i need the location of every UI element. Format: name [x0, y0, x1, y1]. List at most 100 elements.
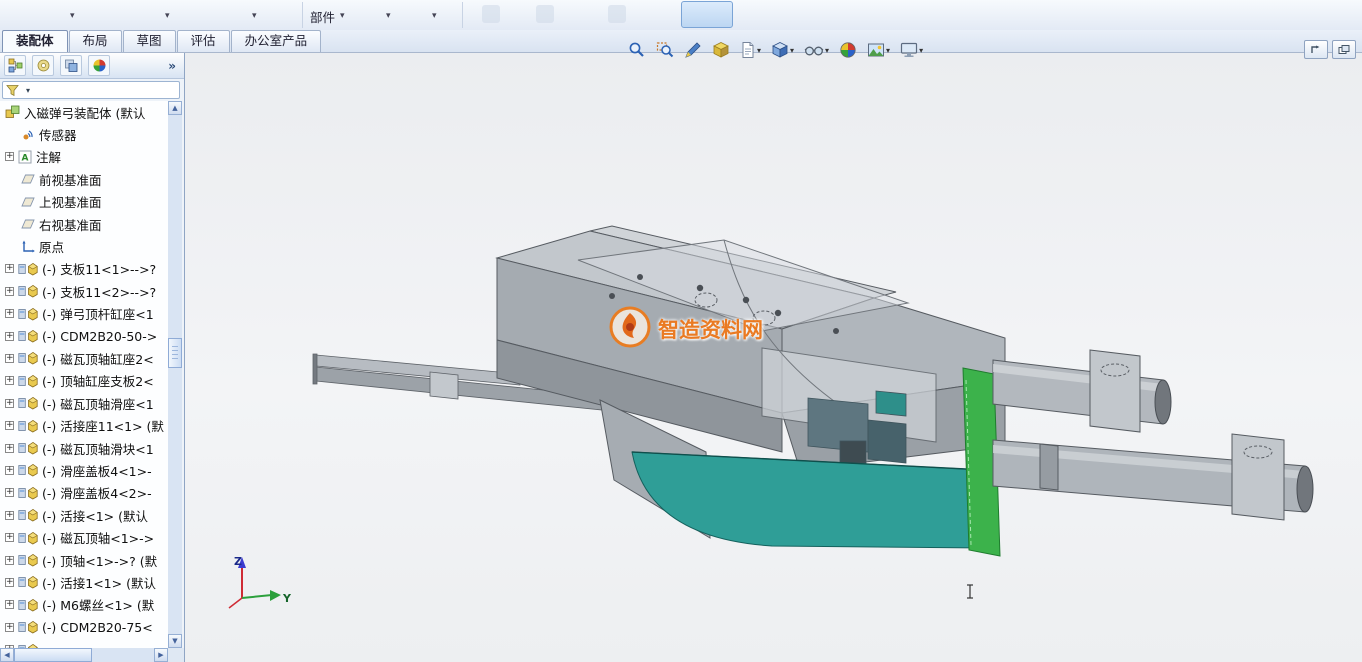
- scroll-left-button[interactable]: ◀: [0, 648, 14, 662]
- model-lower-cylinder[interactable]: [993, 434, 1313, 520]
- tree-item[interactable]: +(-) 活接1<1> (默认: [0, 571, 168, 593]
- expand-icon[interactable]: +: [5, 152, 14, 161]
- tab-布局[interactable]: 布局: [69, 30, 122, 52]
- tree-item[interactable]: +(-) 磁瓦顶轴缸座2<: [0, 347, 168, 369]
- tab-评估[interactable]: 评估: [177, 30, 230, 52]
- expand-icon[interactable]: +: [5, 600, 14, 609]
- scroll-down-button[interactable]: ▼: [168, 634, 182, 648]
- expand-icon[interactable]: +: [5, 332, 14, 341]
- ribbon-icon[interactable]: [608, 5, 626, 23]
- configuration-manager-tab[interactable]: [60, 55, 82, 76]
- chevron-down-icon[interactable]: ▾: [886, 46, 890, 55]
- display-manager-tab[interactable]: [88, 55, 110, 76]
- tree-horizontal-scrollbar[interactable]: ◀ ▶: [0, 648, 168, 662]
- tree-item[interactable]: 原点: [0, 235, 168, 257]
- dropdown-arrow[interactable]: ▾: [386, 11, 391, 21]
- graphics-viewport[interactable]: Z Y: [185, 53, 1362, 662]
- hide-show-items-icon[interactable]: ▾: [801, 35, 832, 65]
- tree-item[interactable]: +(-) CDM2B20-50->: [0, 325, 168, 347]
- tree-item[interactable]: +(-) M6螺丝<1> (默: [0, 594, 168, 616]
- expand-icon[interactable]: +: [5, 488, 14, 497]
- chevron-down-icon[interactable]: ▾: [919, 46, 923, 55]
- section-view-icon[interactable]: [709, 35, 733, 65]
- previous-view-icon[interactable]: [681, 35, 705, 65]
- annotation-views-icon[interactable]: ▾: [737, 35, 764, 65]
- tree-item-label: 传感器: [39, 125, 77, 144]
- expand-icon[interactable]: +: [5, 444, 14, 453]
- view-orientation-icon[interactable]: ▾: [768, 35, 797, 65]
- component-command-label[interactable]: 部件: [310, 7, 335, 26]
- tree-item[interactable]: +(-) CDM2B20-75<: [0, 616, 168, 638]
- zoom-to-fit-icon[interactable]: [625, 35, 649, 65]
- tree-item-label: 右视基准面: [39, 215, 102, 234]
- scroll-right-button[interactable]: ▶: [154, 648, 168, 662]
- tree-item[interactable]: +(-) 活接<1> (默认: [0, 504, 168, 526]
- dropdown-arrow[interactable]: ▾: [165, 11, 170, 21]
- property-manager-tab[interactable]: [32, 55, 54, 76]
- tree-item[interactable]: 传感器: [0, 123, 168, 145]
- tree-item[interactable]: +(-) 顶轴缸座支板2<: [0, 370, 168, 392]
- tree-item[interactable]: +(-) 顶轴<1>->? (默: [0, 549, 168, 571]
- expand-icon[interactable]: +: [5, 264, 14, 273]
- scrollbar-thumb[interactable]: [14, 648, 92, 662]
- panel-overflow-chevron[interactable]: »: [168, 59, 176, 73]
- expand-icon[interactable]: +: [5, 376, 14, 385]
- tree-item[interactable]: +: [0, 638, 168, 648]
- expand-icon[interactable]: +: [5, 421, 14, 430]
- tree-item[interactable]: 入磁弹弓装配体 (默认: [0, 101, 168, 123]
- model-base-plate[interactable]: [632, 452, 985, 548]
- tab-办公室产品[interactable]: 办公室产品: [231, 30, 322, 52]
- tab-草图[interactable]: 草图: [123, 30, 176, 52]
- edit-appearance-icon[interactable]: [836, 35, 860, 65]
- chevron-down-icon[interactable]: ▾: [790, 46, 794, 55]
- model-upper-cylinder[interactable]: [993, 350, 1171, 432]
- dropdown-arrow[interactable]: ▾: [252, 11, 257, 21]
- ribbon-icon[interactable]: [536, 5, 554, 23]
- tree-item[interactable]: +A注解: [0, 146, 168, 168]
- apply-scene-icon[interactable]: ▾: [864, 35, 893, 65]
- dropdown-arrow[interactable]: ▾: [432, 11, 437, 21]
- expand-icon[interactable]: +: [5, 354, 14, 363]
- tree-item[interactable]: +(-) 活接座11<1> (默: [0, 414, 168, 436]
- chevron-down-icon[interactable]: ▾: [757, 46, 761, 55]
- dropdown-arrow[interactable]: ▾: [70, 11, 75, 21]
- expand-icon[interactable]: +: [5, 578, 14, 587]
- chevron-down-icon[interactable]: ▾: [825, 46, 829, 55]
- tab-装配体[interactable]: 装配体: [2, 30, 68, 52]
- graphics-area[interactable]: Z Y: [185, 53, 1362, 662]
- watermark-logo-icon: [608, 305, 652, 353]
- expand-icon[interactable]: +: [5, 466, 14, 475]
- expand-icon[interactable]: +: [5, 623, 14, 632]
- expand-icon[interactable]: +: [5, 511, 14, 520]
- split-view-button[interactable]: [1332, 40, 1356, 59]
- tree-item[interactable]: 前视基准面: [0, 168, 168, 190]
- feature-manager-tab[interactable]: [4, 55, 26, 76]
- tree-item[interactable]: +(-) 磁瓦顶轴滑块<1: [0, 437, 168, 459]
- selection-filter[interactable]: ▾: [2, 81, 180, 99]
- tree-item[interactable]: +(-) 支板11<1>-->?: [0, 258, 168, 280]
- expand-icon[interactable]: +: [5, 556, 14, 565]
- tree-item[interactable]: +(-) 滑座盖板4<1>-: [0, 459, 168, 481]
- tree-item[interactable]: 上视基准面: [0, 191, 168, 213]
- expand-icon[interactable]: +: [5, 533, 14, 542]
- scroll-up-button[interactable]: ▲: [168, 101, 182, 115]
- view-settings-icon[interactable]: ▾: [897, 35, 926, 65]
- expand-icon[interactable]: +: [5, 287, 14, 296]
- part-icon: [18, 575, 38, 589]
- collapse-pane-button[interactable]: [1304, 40, 1328, 59]
- tree-item[interactable]: +(-) 磁瓦顶轴<1>->: [0, 526, 168, 548]
- tree-item[interactable]: 右视基准面: [0, 213, 168, 235]
- dropdown-arrow[interactable]: ▾: [340, 11, 345, 21]
- ribbon-icon[interactable]: [482, 5, 500, 23]
- tree-item[interactable]: +(-) 滑座盖板4<2>-: [0, 482, 168, 504]
- active-command-button[interactable]: [681, 1, 733, 28]
- scrollbar-thumb[interactable]: [168, 338, 182, 368]
- tree-item[interactable]: +(-) 磁瓦顶轴滑座<1: [0, 392, 168, 414]
- zoom-to-area-icon[interactable]: [653, 35, 677, 65]
- expand-icon[interactable]: +: [5, 399, 14, 408]
- tree-item[interactable]: +(-) 支板11<2>-->?: [0, 280, 168, 302]
- expand-icon[interactable]: +: [5, 309, 14, 318]
- tree-vertical-scrollbar[interactable]: ▲ ▼: [168, 101, 182, 648]
- tree-item[interactable]: +(-) 弹弓顶杆缸座<1: [0, 303, 168, 325]
- part-icon: [18, 307, 38, 321]
